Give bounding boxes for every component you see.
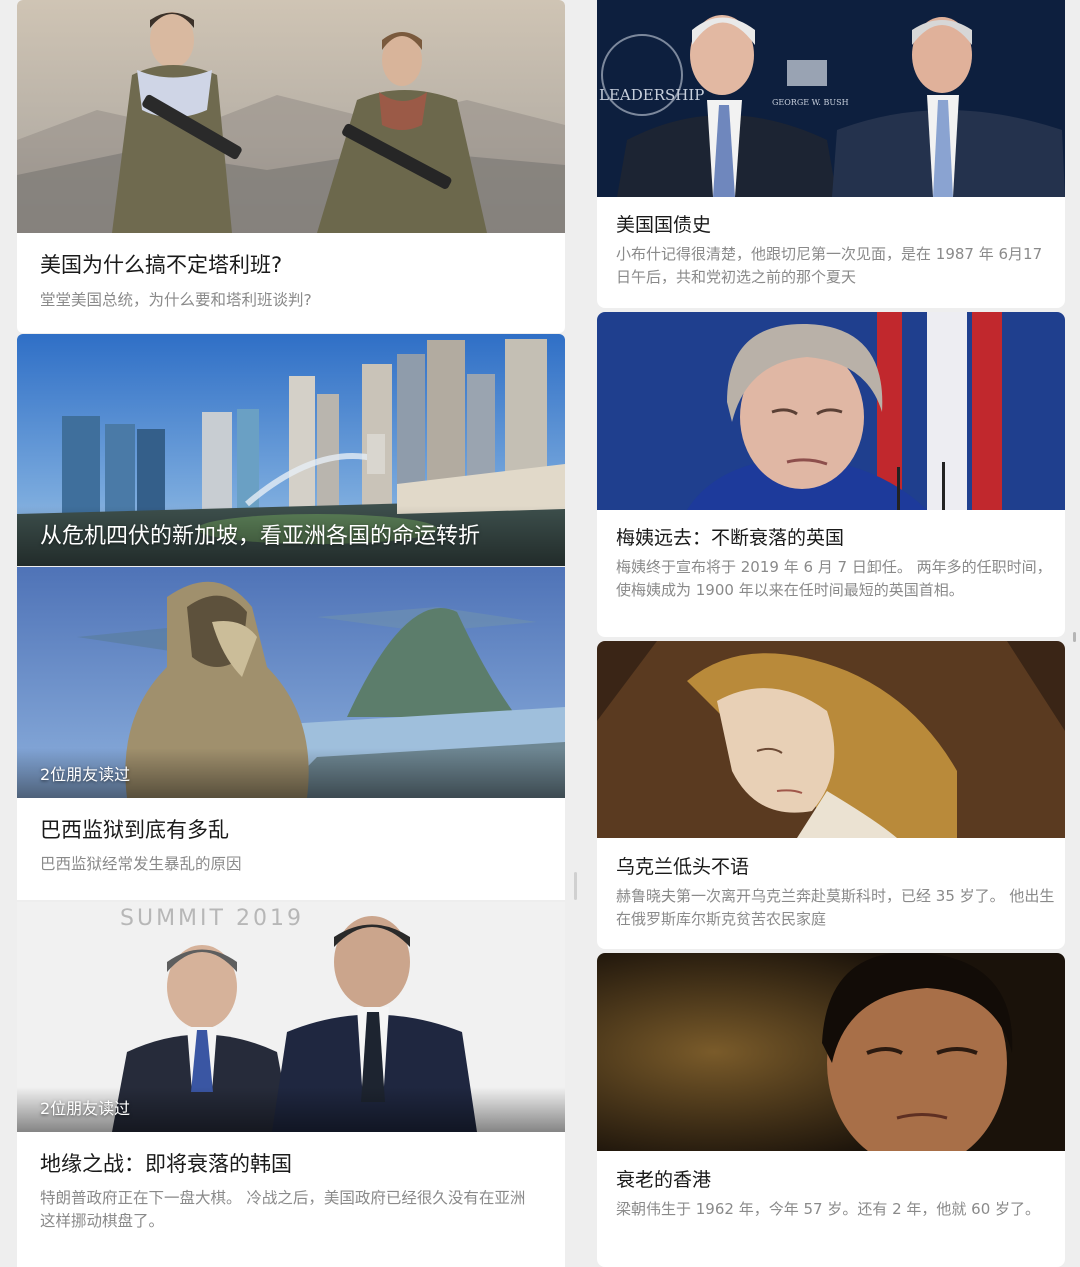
article-title: 衰老的香港	[616, 1169, 712, 1191]
article-title: 美国国债史	[616, 214, 712, 236]
article-description: 赫鲁晓夫第一次离开乌克兰奔赴莫斯科时，已经 35 岁了。 他出生在俄罗斯库尔斯克…	[616, 887, 1055, 928]
article-card-korea[interactable]: SUMMIT 2019 2位朋友读过 地缘之战：即将衰落的韩国 特朗普政府正在下…	[17, 902, 565, 1267]
article-card-hongkong[interactable]: 衰老的香港 梁朝伟生于 1962 年，今年 57 岁。还有 2 年，他就 60 …	[597, 953, 1065, 1267]
article-thumbnail-soldiers	[17, 0, 565, 233]
backdrop-text-bush-center: GEORGE W. BUSH	[772, 98, 849, 107]
backdrop-text-leadership: LEADERSHIP	[599, 86, 704, 104]
article-thumbnail-theresa-may	[597, 312, 1065, 510]
article-title: 梅姨远去：不断衰落的英国	[616, 527, 845, 549]
article-description: 梅姨终于宣布将于 2019 年 6 月 7 日卸任。 两年多的任职时间，使梅姨成…	[616, 558, 1052, 599]
friends-read-badge: 2位朋友读过	[40, 765, 131, 784]
scrollbar-indicator[interactable]	[1073, 632, 1076, 642]
article-title: 美国为什么搞不定塔利班?	[40, 253, 283, 277]
article-title-overlay: 从危机四伏的新加坡，看亚洲各国的命运转折	[40, 524, 481, 549]
article-card-singapore[interactable]: 从危机四伏的新加坡，看亚洲各国的命运转折	[17, 334, 565, 566]
article-title: 乌克兰低头不语	[616, 856, 750, 878]
article-thumbnail-madonna	[597, 641, 1065, 838]
column-divider-handle	[574, 872, 577, 900]
article-thumbnail-rio: 2位朋友读过	[17, 567, 565, 798]
article-title: 地缘之战：即将衰落的韩国	[40, 1152, 292, 1176]
article-card-taliban[interactable]: 美国为什么搞不定塔利班? 堂堂美国总统，为什么要和塔利班谈判?	[17, 0, 565, 333]
article-description: 堂堂美国总统，为什么要和塔利班谈判?	[40, 291, 312, 309]
article-card-uk[interactable]: 梅姨远去：不断衰落的英国 梅姨终于宣布将于 2019 年 6 月 7 日卸任。 …	[597, 312, 1065, 637]
article-thumbnail-presidents: LEADERSHIP GEORGE W. BUSH	[597, 0, 1065, 197]
article-thumbnail-summit: SUMMIT 2019 2位朋友读过	[17, 902, 565, 1132]
article-thumbnail-film-still	[597, 953, 1065, 1151]
article-description: 特朗普政府正在下一盘大棋。 冷战之后，美国政府已经很久没有在亚洲这样挪动棋盘了。	[40, 1189, 526, 1230]
article-title: 巴西监狱到底有多乱	[40, 818, 229, 842]
friends-read-badge: 2位朋友读过	[40, 1099, 131, 1118]
article-card-ukraine[interactable]: 乌克兰低头不语 赫鲁晓夫第一次离开乌克兰奔赴莫斯科时，已经 35 岁了。 他出生…	[597, 641, 1065, 949]
summit-backdrop-text: SUMMIT 2019	[120, 906, 304, 931]
article-description: 巴西监狱经常发生暴乱的原因	[40, 855, 242, 873]
article-description: 梁朝伟生于 1962 年，今年 57 岁。还有 2 年，他就 60 岁了。	[616, 1200, 1041, 1218]
article-card-brazil-prison[interactable]: 2位朋友读过 巴西监狱到底有多乱 巴西监狱经常发生暴乱的原因	[17, 567, 565, 900]
article-description: 小布什记得很清楚，他跟切尼第一次见面，是在 1987 年 6月17日午后，共和党…	[616, 245, 1043, 286]
article-card-us-debt[interactable]: LEADERSHIP GEORGE W. BUSH 美国国债史 小布什记得很清楚…	[597, 0, 1065, 308]
